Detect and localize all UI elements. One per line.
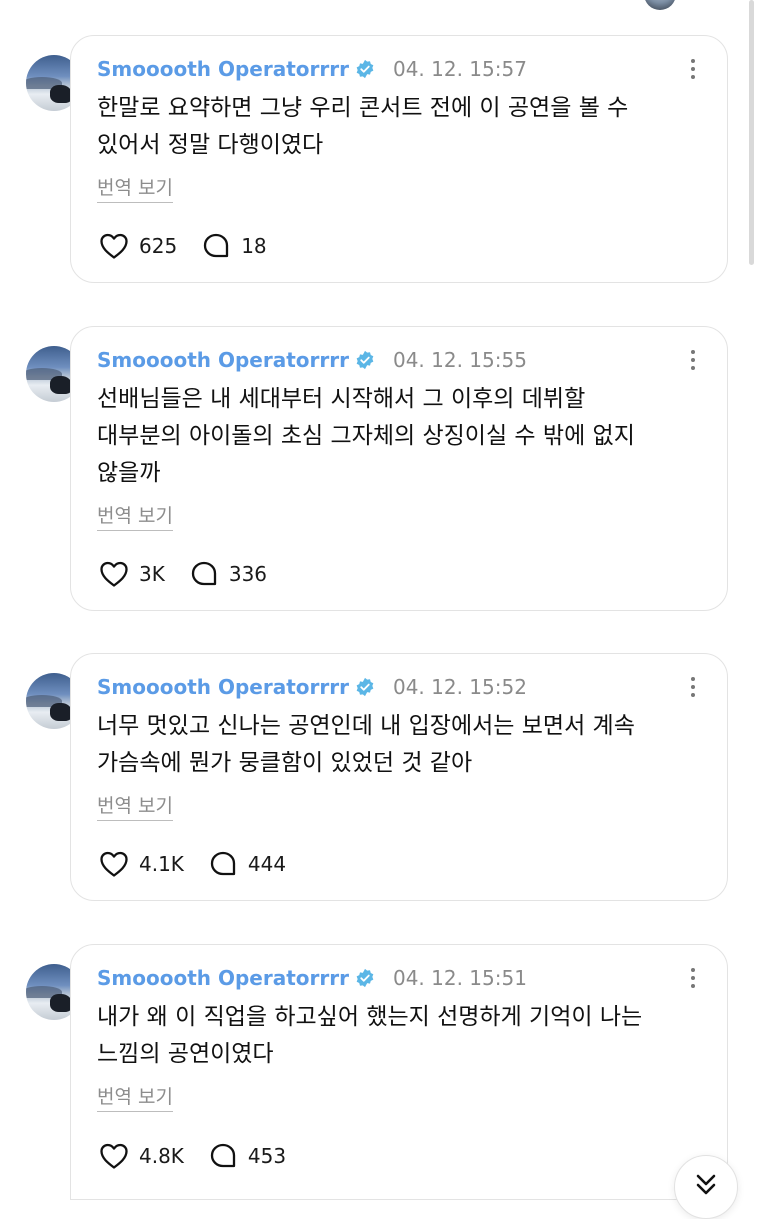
comment-text: 내가 왜 이 직업을 하고싶어 했는지 선명하게 기억이 나는 느낌의 공연이였… [97,999,687,1073]
verified-badge-icon [356,59,374,79]
reply-bubble-icon [204,233,229,258]
reply-button[interactable]: 336 [187,557,267,591]
username[interactable]: Smooooth Operatorrrr [97,675,349,699]
translate-link[interactable]: 번역 보기 [97,504,173,531]
action-bar: 625 18 [97,229,289,263]
more-vertical-icon[interactable] [689,347,697,373]
comment-text: 너무 멋있고 신나는 공연인데 내 입장에서는 보면서 계속 가슴속에 뭔가 뭉… [97,708,687,782]
reply-count: 444 [247,852,287,876]
comment-line: 대부분의 아이돌의 초심 그자체의 상징이실 수 밖에 없지 [97,423,635,449]
timestamp: 04. 12. 15:57 [392,57,527,81]
post-header: Smooooth Operatorrrr 04. 12. 15:52 [97,672,527,702]
comment-text: 선배님들은 내 세대부터 시작해서 그 이후의 데뷔할 대부분의 아이돌의 초심… [97,381,687,492]
comment-text: 한말로 요약하면 그냥 우리 콘서트 전에 이 공연을 볼 수 있어서 정말 다… [97,90,687,164]
heart-icon [100,1143,128,1169]
like-button[interactable]: 4.1K [97,847,184,881]
like-button[interactable]: 4.8K [97,1139,184,1173]
scrollbar[interactable] [749,0,754,265]
more-vertical-icon[interactable] [689,674,697,700]
timestamp: 04. 12. 15:52 [392,675,527,699]
reply-button[interactable]: 18 [199,229,267,263]
translate-link[interactable]: 번역 보기 [97,176,173,203]
like-count: 3K [139,562,165,586]
double-chevron-down-icon [696,1174,716,1195]
action-bar: 4.8K 453 [97,1139,308,1173]
comment-card: Smooooth Operatorrrr 04. 12. 15:57 한말로 요… [70,35,728,283]
header-avatar[interactable] [644,0,676,10]
like-count: 4.8K [139,1144,184,1168]
like-button[interactable]: 625 [97,229,177,263]
post-header: Smooooth Operatorrrr 04. 12. 15:55 [97,345,527,375]
comment-line: 느낌의 공연이였다 [97,1041,274,1067]
like-count: 4.1K [139,852,184,876]
comment-card: Smooooth Operatorrrr 04. 12. 15:55 선배님들은… [70,326,728,611]
heart-icon [100,561,128,587]
verified-badge-icon [356,350,374,370]
comment-line: 않을까 [97,460,161,486]
comment-line: 있어서 정말 다행이였다 [97,132,324,158]
username[interactable]: Smooooth Operatorrrr [97,966,349,990]
comment-line: 선배님들은 내 세대부터 시작해서 그 이후의 데뷔할 [97,386,586,412]
reply-bubble-icon [210,1143,236,1168]
reply-count: 18 [241,234,267,258]
translate-link[interactable]: 번역 보기 [97,794,173,821]
verified-badge-icon [356,677,374,697]
more-vertical-icon[interactable] [689,56,697,82]
timestamp: 04. 12. 15:55 [392,348,527,372]
comment-card: Smooooth Operatorrrr 04. 12. 15:52 너무 멋있… [70,653,728,901]
reply-count: 453 [247,1144,287,1168]
verified-badge-icon [356,968,374,988]
comment-line: 너무 멋있고 신나는 공연인데 내 입장에서는 보면서 계속 [97,713,635,739]
post-header: Smooooth Operatorrrr 04. 12. 15:57 [97,54,527,84]
heart-icon [100,851,128,877]
like-count: 625 [139,234,178,258]
reply-count: 336 [228,562,268,586]
comment-card: Smooooth Operatorrrr 04. 12. 15:51 내가 왜 … [70,944,728,1200]
heart-icon [100,233,128,259]
more-vertical-icon[interactable] [689,965,697,991]
reply-bubble-icon [191,561,216,586]
action-bar: 4.1K 444 [97,847,308,881]
reply-bubble-icon [210,851,236,876]
comment-line: 가슴속에 뭔가 뭉클함이 있었던 것 같아 [97,750,473,776]
timestamp: 04. 12. 15:51 [392,966,527,990]
like-button[interactable]: 3K [97,557,165,591]
post-header: Smooooth Operatorrrr 04. 12. 15:51 [97,963,527,993]
scroll-down-button[interactable] [674,1155,738,1219]
action-bar: 3K 336 [97,557,289,591]
username[interactable]: Smooooth Operatorrrr [97,57,349,81]
top-cutoff-area [0,0,759,14]
reply-button[interactable]: 453 [206,1139,286,1173]
comment-line: 내가 왜 이 직업을 하고싶어 했는지 선명하게 기억이 나는 [97,1004,643,1030]
translate-link[interactable]: 번역 보기 [97,1085,173,1112]
reply-button[interactable]: 444 [206,847,286,881]
username[interactable]: Smooooth Operatorrrr [97,348,349,372]
comment-line: 한말로 요약하면 그냥 우리 콘서트 전에 이 공연을 볼 수 [97,95,629,121]
